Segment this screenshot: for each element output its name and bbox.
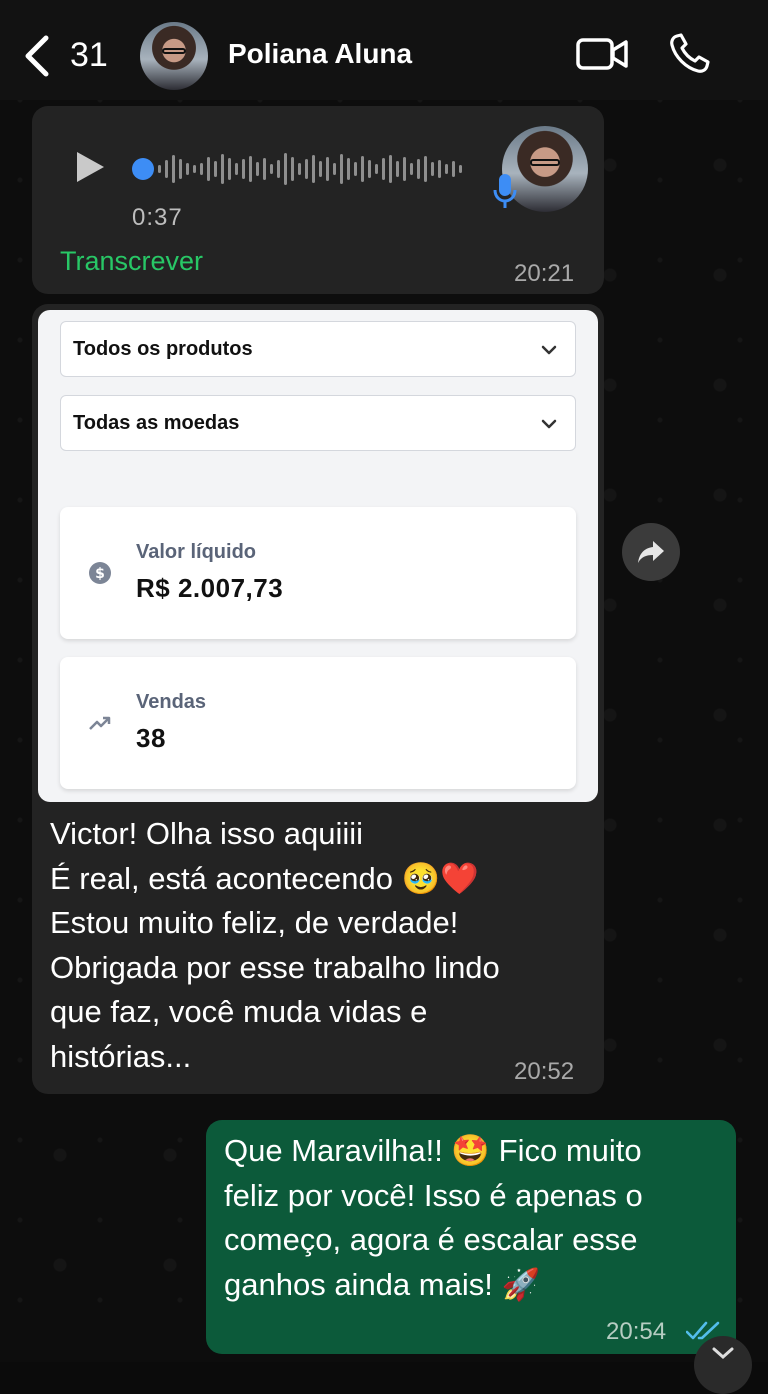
voice-message-time: 20:21 bbox=[514, 260, 575, 287]
sales-label: Vendas bbox=[136, 691, 207, 713]
dollar-coin-icon: $ bbox=[89, 562, 111, 584]
microphone-icon bbox=[493, 174, 517, 208]
net-value-label: Valor líquido bbox=[136, 541, 257, 563]
products-dropdown[interactable]: Todos os produtos bbox=[60, 321, 576, 377]
svg-text:$: $ bbox=[95, 566, 105, 582]
forward-button[interactable] bbox=[622, 523, 680, 581]
chat-header: 31 Poliana Aluna bbox=[0, 0, 768, 100]
video-call-icon[interactable] bbox=[576, 36, 628, 72]
net-value-card: $ Valor líquido R$ 2.007,73 bbox=[60, 507, 576, 639]
voice-duration: 0:37 bbox=[132, 204, 183, 231]
sales-count: 38 bbox=[136, 723, 166, 753]
transcribe-button[interactable]: Transcrever bbox=[60, 246, 203, 277]
outgoing-message-time: 20:54 bbox=[606, 1318, 667, 1345]
contact-name[interactable]: Poliana Aluna bbox=[228, 38, 412, 70]
sales-card: Vendas 38 bbox=[60, 657, 576, 789]
currencies-dropdown[interactable]: Todas as moedas bbox=[60, 395, 576, 451]
audio-waveform[interactable] bbox=[132, 146, 466, 192]
incoming-message-time: 20:52 bbox=[514, 1058, 575, 1085]
chevron-down-icon bbox=[541, 419, 557, 429]
incoming-message-text: Victor! Olha isso aquiiii É real, está a… bbox=[50, 816, 500, 1074]
trending-up-icon bbox=[89, 716, 111, 730]
phone-icon[interactable] bbox=[668, 33, 712, 75]
forward-arrow-icon bbox=[638, 541, 664, 563]
unread-count[interactable]: 31 bbox=[70, 36, 108, 75]
scroll-down-button[interactable] bbox=[694, 1336, 752, 1394]
chevron-left-icon[interactable] bbox=[22, 34, 52, 78]
shared-screenshot[interactable]: Todos os produtos Todas as moedas $ Valo… bbox=[38, 310, 598, 802]
play-icon[interactable] bbox=[74, 150, 106, 184]
net-value-amount: R$ 2.007,73 bbox=[136, 573, 284, 603]
chevron-down-icon bbox=[712, 1347, 734, 1360]
currencies-dropdown-label: Todas as moedas bbox=[73, 412, 240, 434]
chevron-down-icon bbox=[541, 345, 557, 355]
contact-avatar[interactable] bbox=[140, 22, 208, 90]
outgoing-message-text: Que Maravilha!! 🤩 Fico muito feliz por v… bbox=[224, 1133, 643, 1302]
products-dropdown-label: Todos os produtos bbox=[73, 338, 253, 360]
